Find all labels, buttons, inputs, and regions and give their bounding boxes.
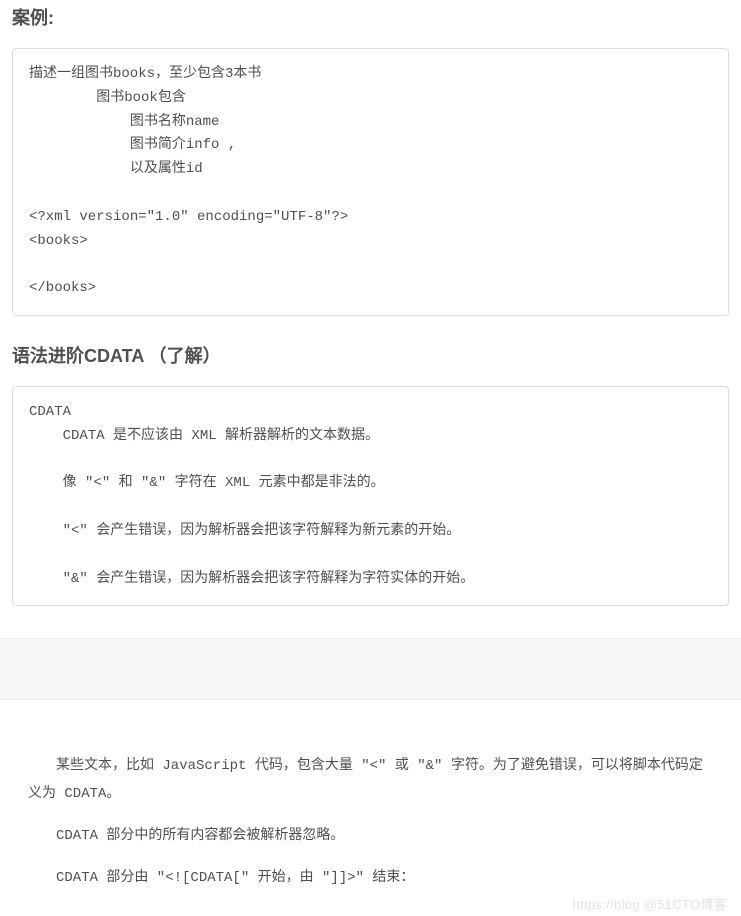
watermark-text: https://blog @51CTO博客 xyxy=(0,894,741,913)
code-block-books: 描述一组图书books，至少包含3本书 图书book包含 图书名称name 图书… xyxy=(12,48,729,316)
explain-p2: CDATA 部分中的所有内容都会被解析器忽略。 xyxy=(28,822,713,850)
section-cdata-explain: 某些文本，比如 JavaScript 代码，包含大量 "<" 或 "&" 字符。… xyxy=(0,700,741,916)
section-divider xyxy=(0,638,741,700)
explain-block: 某些文本，比如 JavaScript 代码，包含大量 "<" 或 "&" 字符。… xyxy=(12,742,729,892)
code-block-cdata: CDATA CDATA 是不应该由 XML 解析器解析的文本数据。 像 "<" … xyxy=(12,386,729,606)
section-case: 案例: 描述一组图书books，至少包含3本书 图书book包含 图书名称nam… xyxy=(0,0,741,638)
heading-case: 案例: xyxy=(12,0,729,30)
heading-cdata: 语法进阶CDATA （了解） xyxy=(12,338,729,368)
explain-p3: CDATA 部分由 "<![CDATA[" 开始，由 "]]>" 结束： xyxy=(28,864,713,892)
explain-p1: 某些文本，比如 JavaScript 代码，包含大量 "<" 或 "&" 字符。… xyxy=(28,752,713,808)
